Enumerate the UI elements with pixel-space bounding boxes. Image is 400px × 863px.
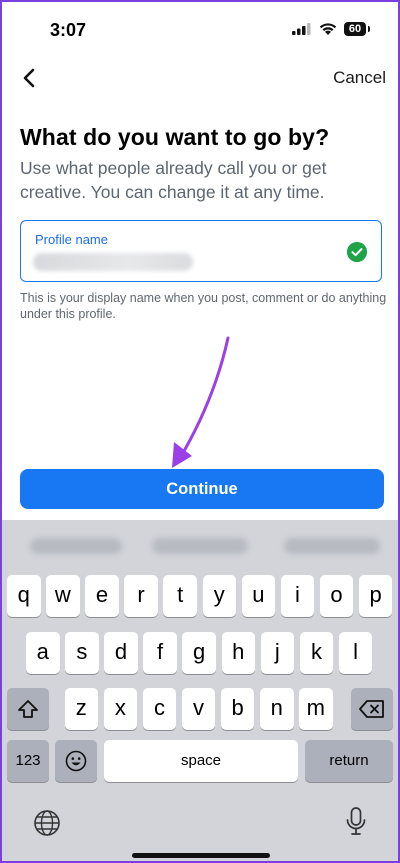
delete-key[interactable] [351,688,393,730]
key-e[interactable]: e [85,575,119,617]
key-q[interactable]: q [7,575,41,617]
suggestion-blurred[interactable] [30,538,122,554]
space-key[interactable]: space [104,740,298,782]
status-bar: 3:07 60 [2,2,398,54]
cellular-signal-icon [292,23,311,35]
page-title: What do you want to go by? [20,124,330,150]
key-v[interactable]: v [181,688,216,730]
cancel-button[interactable]: Cancel [333,68,386,88]
key-s[interactable]: s [65,632,99,674]
battery-icon: 60 [344,22,370,36]
screen: 3:07 60 Cancel What do you want to go by… [0,0,400,863]
key-l[interactable]: l [338,632,373,674]
key-g[interactable]: g [182,632,216,674]
profile-name-value-blurred [33,253,193,271]
key-x[interactable]: x [103,688,138,730]
key-k[interactable]: k [299,632,334,674]
home-indicator [132,853,270,858]
key-b[interactable]: b [220,688,255,730]
key-z[interactable]: z [64,688,98,730]
page-subtitle: Use what people already call you or get … [20,158,327,202]
profile-name-helper: This is your display name when you post,… [20,291,387,321]
suggestion-blurred[interactable] [152,538,248,554]
profile-name-label: Profile name [35,232,108,247]
key-r[interactable]: r [124,575,158,617]
globe-icon[interactable] [32,808,62,838]
keyboard-suggestions [2,520,398,572]
status-time: 3:07 [50,20,87,40]
key-t[interactable]: t [163,575,197,617]
key-h[interactable]: h [221,632,255,674]
annotation-arrow-icon [172,336,230,468]
continue-button[interactable]: Continue [20,469,384,509]
emoji-icon [65,750,87,772]
backspace-icon [359,700,384,718]
key-o[interactable]: o [319,575,354,617]
key-i[interactable]: i [280,575,315,617]
key-p[interactable]: p [358,575,393,617]
keyboard: qwertyuiop asdfghjkl zxcvbnm 123 space r… [2,520,398,861]
key-n[interactable]: n [260,688,294,730]
key-d[interactable]: d [104,632,138,674]
key-w[interactable]: w [46,575,80,617]
key-c[interactable]: c [142,688,177,730]
key-f[interactable]: f [143,632,177,674]
back-chevron-icon[interactable] [16,64,44,92]
valid-check-icon [347,242,367,262]
numbers-key[interactable]: 123 [7,740,49,782]
key-a[interactable]: a [26,632,60,674]
key-m[interactable]: m [299,688,333,730]
emoji-key[interactable] [55,740,97,782]
suggestion-blurred[interactable] [284,538,380,554]
shift-key[interactable] [7,688,49,730]
return-key[interactable]: return [305,740,393,782]
key-j[interactable]: j [260,632,295,674]
shift-arrow-icon [18,700,38,718]
key-u[interactable]: u [241,575,276,617]
profile-name-input[interactable]: Profile name [20,220,382,282]
wifi-icon [319,23,337,35]
microphone-icon[interactable] [344,806,368,838]
key-y[interactable]: y [202,575,236,617]
